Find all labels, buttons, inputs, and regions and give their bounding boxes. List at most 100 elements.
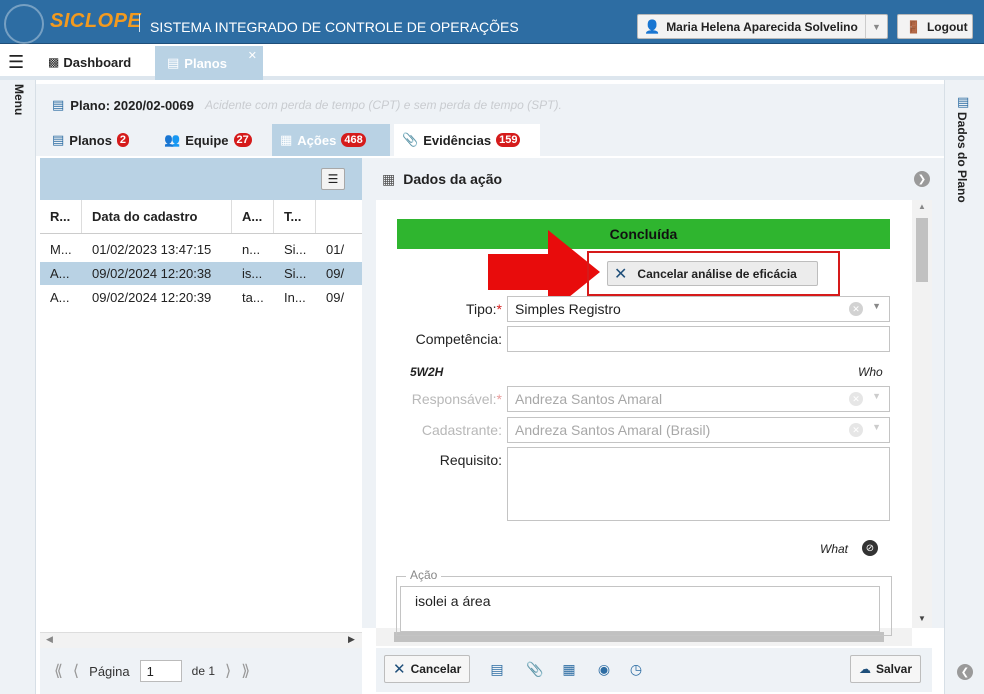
logo-icon xyxy=(4,4,44,44)
competencia-field[interactable] xyxy=(507,326,890,352)
clear-icon[interactable]: ✕ xyxy=(849,302,863,316)
cancel-analysis-label: Cancelar análise de eficácia xyxy=(637,266,797,281)
attachment-icon[interactable]: 📎 xyxy=(526,660,544,678)
tab-planos-inner[interactable]: ▤ Planos 2 xyxy=(44,124,137,156)
tab-dashboard[interactable]: ▩ Dashboard xyxy=(40,46,139,78)
user-menu-button[interactable]: 👤 Maria Helena Aparecida Solvelino ▼ xyxy=(637,14,888,39)
table-row[interactable]: A... 09/02/2024 12:20:39 ta... In... 09/ xyxy=(40,286,362,309)
column-header[interactable] xyxy=(316,200,362,233)
chevron-down-icon[interactable]: ▼ xyxy=(872,391,881,401)
first-page-icon[interactable]: ⟪ xyxy=(54,661,63,681)
table-row[interactable]: M... 01/02/2023 13:47:15 n... Si... 01/ xyxy=(40,238,362,261)
tipo-label: Tipo:* xyxy=(465,301,502,317)
cell: 09/02/2024 12:20:38 xyxy=(92,266,212,281)
competencia-label: Competência: xyxy=(415,331,502,347)
grid-pager: ⟪ ⟨ Página 1 de 1 ⟩ ⟫ xyxy=(40,648,362,694)
column-header[interactable]: A... xyxy=(232,200,274,233)
responsavel-select[interactable]: Andreza Santos Amaral ✕ ▼ xyxy=(507,386,890,412)
cancel-analysis-button[interactable]: ✕ Cancelar análise de eficácia xyxy=(607,261,818,286)
acao-legend: Ação xyxy=(406,568,442,582)
close-icon[interactable]: ✕ xyxy=(248,49,257,62)
panel-gutter xyxy=(932,200,944,628)
plan-icon: ▤ xyxy=(52,97,65,112)
next-page-icon[interactable]: ⟩ xyxy=(225,661,231,681)
requisito-label: Requisito: xyxy=(439,452,502,468)
save-label: Salvar xyxy=(876,662,913,676)
cadastrante-label: Cadastrante: xyxy=(421,422,502,438)
tab-acoes[interactable]: ▦ Ações 468 xyxy=(272,124,390,156)
scroll-left-icon[interactable]: ◀ xyxy=(46,634,53,645)
chevron-down-icon[interactable]: ▼ xyxy=(872,301,881,311)
block-icon[interactable]: ⊘ xyxy=(862,540,878,556)
tab-evidencias[interactable]: 📎 Evidências 159 xyxy=(394,124,540,156)
column-header[interactable]: T... xyxy=(274,200,316,233)
last-page-icon[interactable]: ⟫ xyxy=(241,661,250,681)
grid-header: R... Data do cadastro A... T... xyxy=(40,200,362,234)
cell: In... xyxy=(284,290,306,305)
table-row[interactable]: A... 09/02/2024 12:20:38 is... Si... 09/ xyxy=(40,262,362,285)
cadastrante-select[interactable]: Andreza Santos Amaral (Brasil) ✕ ▼ xyxy=(507,417,890,443)
page-label: Página xyxy=(89,663,130,679)
grid-toolbar: ☰ xyxy=(40,158,362,200)
section-5w2h: 5W2H xyxy=(410,365,444,379)
page-count: de 1 xyxy=(191,664,215,678)
tipo-value: Simples Registro xyxy=(515,301,621,317)
cancel-label: Cancelar xyxy=(410,662,462,676)
section-who: Who xyxy=(858,365,883,379)
plan-data-strip[interactable]: ▤ Dados do Plano ❮ xyxy=(944,80,984,694)
panel-gutter xyxy=(362,200,376,628)
collapse-icon[interactable]: ❯ xyxy=(914,171,930,187)
cell: A... xyxy=(50,266,70,281)
cell: 09/ xyxy=(326,290,345,305)
section-what: What xyxy=(820,542,849,556)
chevron-down-icon[interactable]: ▼ xyxy=(865,15,887,38)
clear-icon[interactable]: ✕ xyxy=(849,392,863,406)
logout-button[interactable]: 🚪 Logout xyxy=(897,14,973,39)
map-icon: ▤ xyxy=(167,55,180,70)
menu-label: Menu xyxy=(12,84,26,116)
tab-planos[interactable]: ▤ Planos ✕ xyxy=(155,46,263,80)
clear-icon[interactable]: ✕ xyxy=(849,423,863,437)
tipo-select[interactable]: Simples Registro ✕ ▼ xyxy=(507,296,890,322)
save-button[interactable]: ☁ Salvar xyxy=(850,655,922,683)
paste-icon[interactable]: ▦ xyxy=(560,660,578,678)
plan-title-text: Plano: 2020/02-0069 xyxy=(70,97,194,113)
prev-page-icon[interactable]: ⟨ xyxy=(73,661,79,681)
close-icon: ✕ xyxy=(393,661,406,678)
scroll-right-icon[interactable]: ▶ xyxy=(348,634,355,645)
tab-equipe[interactable]: 👥 Equipe 27 xyxy=(156,124,260,156)
scroll-down-icon[interactable]: ▼ xyxy=(918,614,926,623)
count-badge: 2 xyxy=(116,133,130,147)
clock-icon[interactable]: ◷ xyxy=(627,660,645,678)
help-icon[interactable]: ◉ xyxy=(595,660,613,678)
cell: ta... xyxy=(242,290,264,305)
page-input[interactable]: 1 xyxy=(139,660,182,682)
vertical-scrollbar[interactable]: ▲ ▼ xyxy=(912,200,932,628)
list-menu-icon[interactable]: ☰ xyxy=(321,168,345,190)
document-icon: ▤ xyxy=(52,132,65,147)
cell: Si... xyxy=(284,242,307,257)
hamburger-menu-icon[interactable]: ☰ xyxy=(8,52,24,73)
requisito-textarea[interactable] xyxy=(507,447,890,521)
horizontal-scrollbar[interactable]: ◀ ▶ xyxy=(40,632,362,648)
paperclip-icon: 📎 xyxy=(402,132,419,147)
copy-icon[interactable]: ▤ xyxy=(488,660,506,678)
column-header[interactable]: Data do cadastro xyxy=(82,200,232,233)
count-badge: 159 xyxy=(496,133,521,147)
scroll-thumb[interactable] xyxy=(916,218,928,282)
cell: n... xyxy=(242,242,261,257)
action-panel-title: Dados da ação xyxy=(403,171,503,187)
acao-textarea[interactable]: isolei a área xyxy=(400,586,880,632)
chevron-down-icon[interactable]: ▼ xyxy=(872,422,881,432)
expand-icon[interactable]: ❮ xyxy=(957,664,973,680)
tab-label: Equipe xyxy=(185,132,229,148)
document-icon: ▤ xyxy=(957,94,970,109)
menu-strip[interactable]: Menu xyxy=(0,80,36,694)
main-tab-bar xyxy=(0,44,984,80)
column-header[interactable]: R... xyxy=(40,200,82,233)
scroll-up-icon[interactable]: ▲ xyxy=(918,202,926,211)
count-badge: 27 xyxy=(233,133,252,147)
brand-name: SICLOPE xyxy=(50,10,142,32)
cell: A... xyxy=(50,290,70,305)
cancel-button[interactable]: ✕ Cancelar xyxy=(384,655,471,683)
